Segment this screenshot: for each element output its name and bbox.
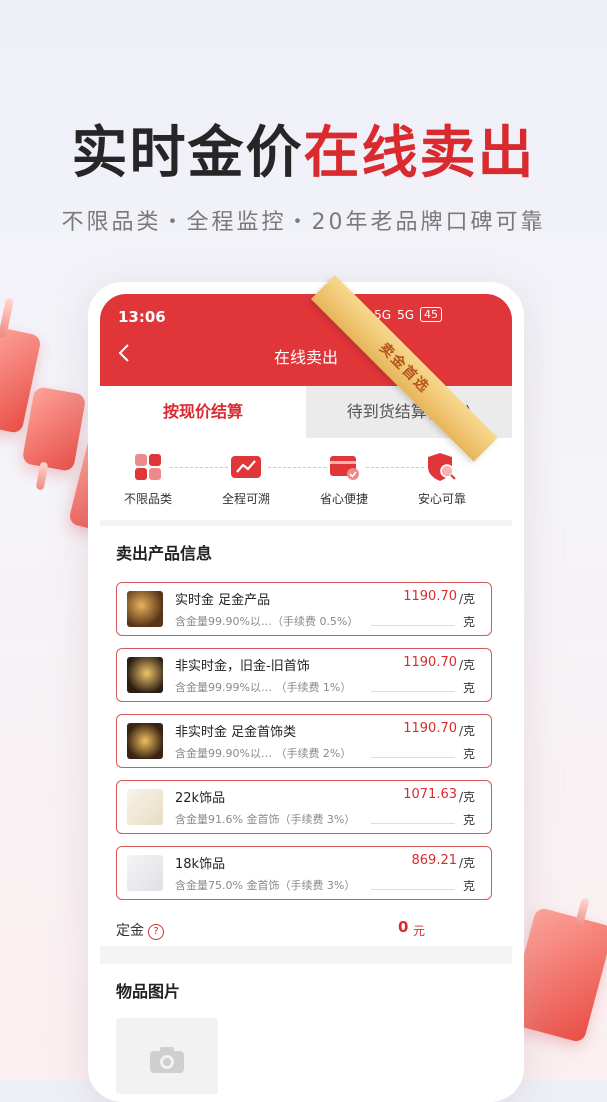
product-desc: 含金量99.99%以… （手续费 1%） (175, 681, 352, 694)
weight-input[interactable] (371, 757, 455, 758)
product-name: 18k饰品 (175, 857, 226, 872)
battery-icon: 45 (420, 307, 442, 322)
weight-input[interactable] (371, 889, 455, 890)
price-unit: /克 (458, 790, 475, 804)
photo-card: 物品图片 (100, 964, 512, 1094)
product-thumbnail (127, 855, 163, 891)
product-item[interactable]: 22k饰品 含金量91.6% 金首饰（手续费 3%） 1071.63 /克 克 (116, 780, 492, 834)
product-name: 非实时金，旧金-旧首饰 (175, 659, 310, 674)
product-name: 非实时金 足金首饰类 (175, 725, 297, 740)
shield-search-icon (425, 450, 459, 484)
deposit-value: 0 (398, 918, 409, 936)
signal-5g-icon-2: 5G (397, 307, 414, 322)
hero-title-red: 在线卖出 (303, 121, 536, 186)
weight-unit: 克 (462, 813, 475, 827)
price-unit: /克 (458, 856, 475, 870)
product-desc: 含金量91.6% 金首饰（手续费 3%） (175, 813, 356, 826)
product-thumbnail (127, 723, 163, 759)
tab-current-price[interactable]: 按现价结算 (100, 386, 306, 438)
product-desc: 含金量99.90%以…（手续费 0.5%） (175, 615, 359, 628)
hero-subtitle: 不限品类・全程监控・20年老品牌口碑可靠 (61, 210, 546, 235)
feature-label: 安心可靠 (417, 492, 466, 506)
product-name: 实时金 足金产品 (175, 593, 271, 608)
sale-info-card: 卖出产品信息 实时金 足金产品 含金量99.90%以…（手续费 0.5%） 11… (100, 526, 512, 946)
card-check-icon (327, 450, 361, 484)
price-unit: /克 (458, 724, 475, 738)
product-item[interactable]: 非实时金 足金首饰类 含金量99.90%以… （手续费 2%） 1190.70 … (116, 714, 492, 768)
feature-label: 不限品类 (123, 492, 172, 506)
feature-label: 全程可溯 (221, 492, 270, 506)
weight-unit: 克 (462, 615, 475, 629)
product-thumbnail (127, 789, 163, 825)
product-item[interactable]: 非实时金，旧金-旧首饰 含金量99.99%以… （手续费 1%） 1190.70… (116, 648, 492, 702)
product-thumbnail (127, 591, 163, 627)
nav-title: 在线卖出 (273, 348, 338, 367)
product-price: 1190.70 (403, 655, 457, 670)
weight-unit: 克 (462, 681, 475, 695)
weight-unit: 克 (462, 879, 475, 893)
product-item[interactable]: 18k饰品 含金量75.0% 金首饰（手续费 3%） 869.21 /克 克 (116, 846, 492, 900)
product-desc: 含金量75.0% 金首饰（手续费 3%） (175, 879, 356, 892)
feature-item: 省心便捷 (304, 450, 384, 507)
feature-item: 不限品类 (108, 450, 188, 507)
price-unit: /克 (458, 658, 475, 672)
status-time: 13:06 (118, 308, 166, 326)
product-price: 1190.70 (403, 721, 457, 736)
deposit-unit: 元 (413, 924, 426, 938)
product-item[interactable]: 实时金 足金产品 含金量99.90%以…（手续费 0.5%） 1190.70 /… (116, 582, 492, 636)
deposit-label: 定金 (116, 923, 144, 939)
photo-upload-button[interactable] (116, 1018, 218, 1094)
photo-title: 物品图片 (116, 982, 181, 1001)
product-price: 1190.70 (403, 589, 457, 604)
product-desc: 含金量99.90%以… （手续费 2%） (175, 747, 352, 760)
help-icon[interactable]: ? (148, 924, 164, 940)
weight-input[interactable] (371, 823, 455, 824)
grid-icon (131, 450, 165, 484)
camera-icon (150, 1047, 184, 1073)
product-price: 869.21 (411, 853, 458, 868)
trend-chart-icon (229, 450, 263, 484)
header-bar: 13:06 5G 5G 45 在线卖出 (100, 294, 512, 386)
product-thumbnail (127, 657, 163, 693)
decor-ice-left-2 (21, 386, 87, 472)
weight-unit: 克 (462, 747, 475, 761)
product-price: 1071.63 (403, 787, 457, 802)
feature-strip: 不限品类 全程可溯 省心便捷 安心可靠 (100, 438, 512, 520)
hero-title-dark: 实时金价 (71, 121, 304, 186)
feature-label: 省心便捷 (319, 492, 368, 506)
hero-title: 实时金价在线卖出 (0, 108, 607, 189)
weight-input[interactable] (371, 691, 455, 692)
sale-info-title: 卖出产品信息 (116, 544, 213, 563)
deposit-row: 定金? (116, 920, 164, 940)
weight-input[interactable] (371, 625, 455, 626)
product-name: 22k饰品 (175, 791, 226, 806)
price-unit: /克 (458, 592, 475, 606)
feature-item: 全程可溯 (206, 450, 286, 507)
